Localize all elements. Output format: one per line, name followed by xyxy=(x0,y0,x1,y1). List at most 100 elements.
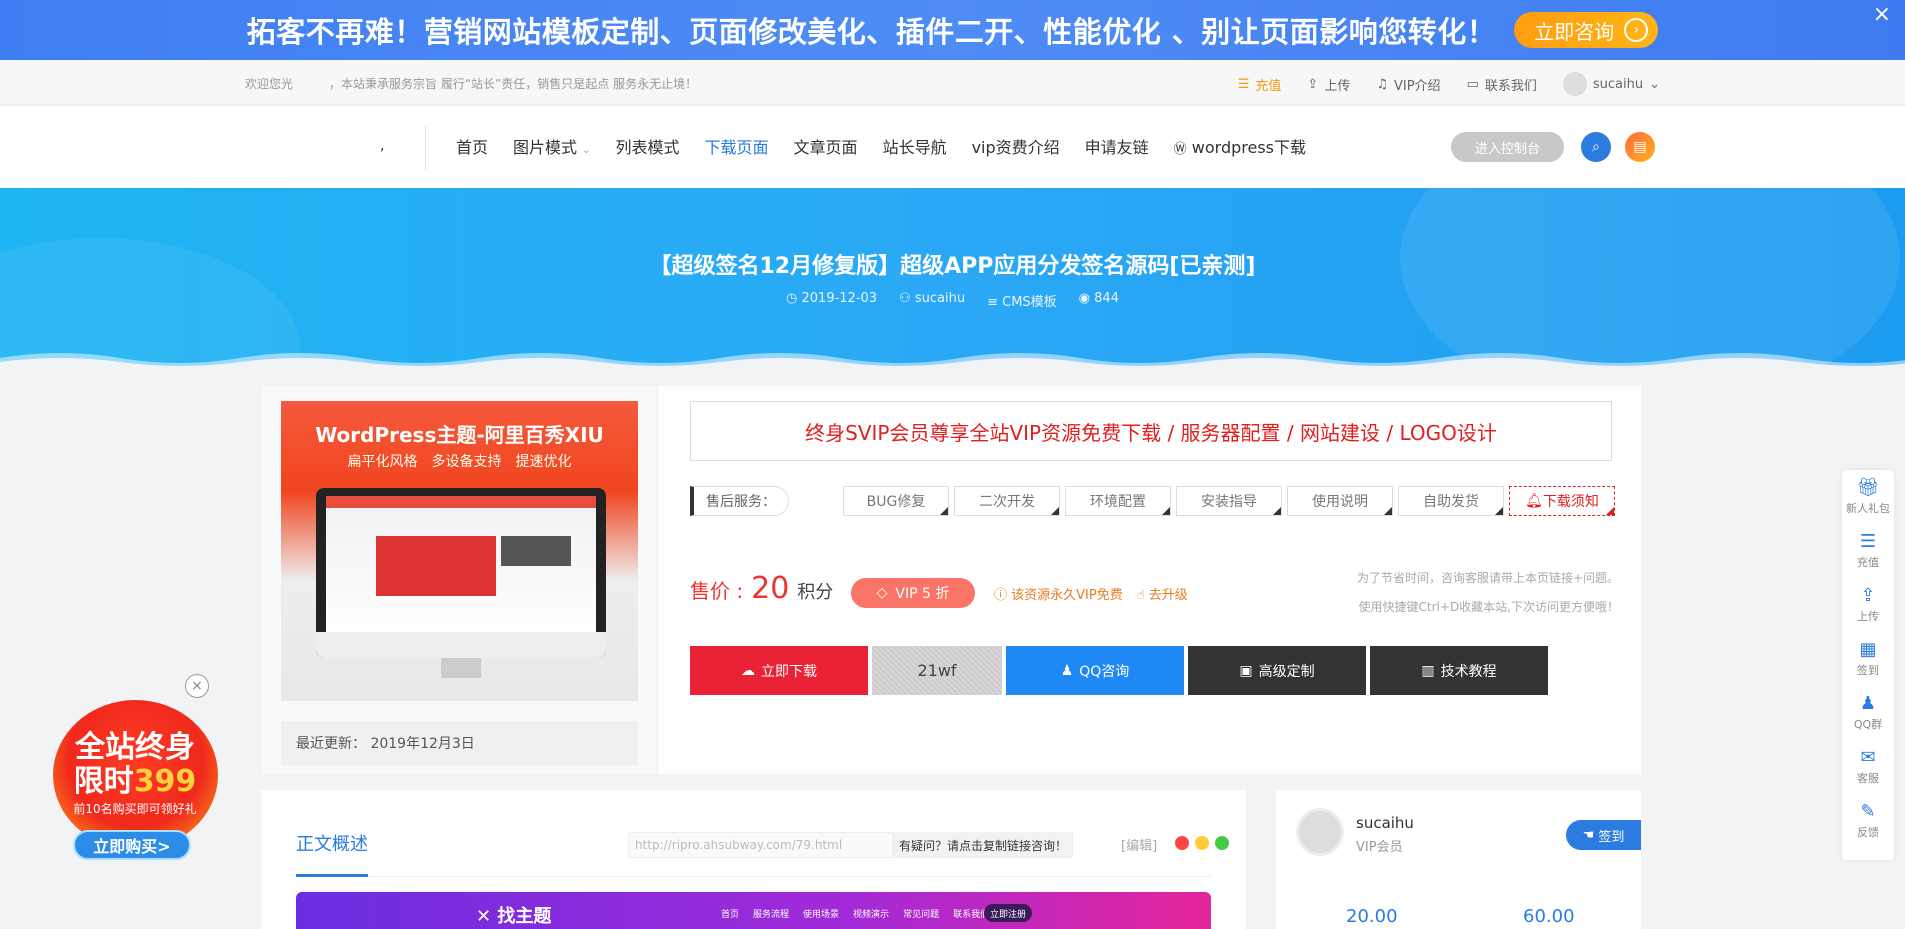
nav-item-wordpress-label: wordpress下载 xyxy=(1191,138,1307,157)
preview-menu: 首页 服务流程 使用场景 视频演示 常见问题 联系我们 xyxy=(721,907,989,920)
recharge-label: 充值 xyxy=(1255,78,1282,94)
float-label: 签到 xyxy=(1857,663,1879,677)
hero-header: 【超级签名12月修复版】超级APP应用分发签名源码[已亲测] ◷ 2019-12… xyxy=(0,188,1905,368)
consult-now-button[interactable]: 立即咨询 › xyxy=(1514,12,1659,48)
nav-item-home[interactable]: 首页 xyxy=(456,134,488,158)
close-icon[interactable]: × xyxy=(185,674,209,698)
preview-logo: ✕ 找主题 xyxy=(476,906,552,927)
last-updated: 最近更新： 2019年12月3日 xyxy=(281,721,638,765)
vip-intro-link[interactable]: ♫ VIP介绍 xyxy=(1376,75,1440,94)
badge-line2: 限时399 xyxy=(45,756,225,800)
nav-item-site-nav[interactable]: 站长导航 xyxy=(883,134,947,158)
nav-item-list-mode[interactable]: 列表模式 xyxy=(616,134,680,158)
author-name[interactable]: sucaihu xyxy=(1356,814,1414,832)
consult-label: 立即咨询 xyxy=(1534,19,1615,44)
upload-link[interactable]: ⇪ 上传 xyxy=(1307,75,1350,94)
thumbnail-subtitle: 扁平化风格 多设备支持 提速优化 xyxy=(347,454,572,470)
buy-now-button[interactable]: 立即购买> xyxy=(73,830,191,860)
download-notice-link[interactable]: 🔔︎ 下载须知 xyxy=(1509,486,1615,516)
preview-menu-item: 视频演示 xyxy=(853,910,890,920)
download-button[interactable]: ☁ 立即下载 xyxy=(690,646,868,695)
vip-free-info: ⓘ 该资源永久VIP免费 ☝ 去升级 xyxy=(994,584,1188,603)
logo[interactable]: , xyxy=(380,138,384,154)
after-sales-service: 售后服务： BUG修复 二次开发 环境配置 安装指导 使用说明 自助发货 🔔︎ 下… xyxy=(690,486,1615,516)
lifetime-promo-badge[interactable]: 全站终身 限时399 前10名购买即可领好礼 立即购买> xyxy=(45,700,225,860)
upgrade-label: 去升级 xyxy=(1148,588,1188,603)
yellow-dot xyxy=(1195,836,1209,850)
preview-button: 立即注册 xyxy=(984,904,1032,922)
post-views: ◉ 844 xyxy=(1079,291,1119,310)
recharge-link[interactable]: ☰ 充值 xyxy=(1238,75,1282,94)
upgrade-link[interactable]: ☝ 去升级 xyxy=(1137,584,1188,603)
product-thumbnail[interactable]: WordPress主题-阿里百秀XIU 扁平化风格 多设备支持 提速优化 xyxy=(281,401,638,701)
nav-item-image-mode[interactable]: 图片模式 ⌄ xyxy=(513,134,591,158)
copy-link-button[interactable]: 有疑问？请点击复制链接咨询！ xyxy=(893,832,1073,858)
briefcase-icon: ▣ xyxy=(1239,662,1253,679)
hero-wave xyxy=(0,353,1905,368)
nav-item-wordpress[interactable]: Ⓦ wordpress下载 xyxy=(1174,134,1306,158)
avatar[interactable] xyxy=(1296,808,1344,856)
vip-intro-label: VIP介绍 xyxy=(1393,78,1441,94)
post-author[interactable]: ⚇ sucaihu xyxy=(899,291,965,310)
float-newbie-gift[interactable]: 🎁︎ 新人礼包 xyxy=(1842,470,1894,524)
wallet-icon[interactable]: ▤ xyxy=(1625,132,1655,162)
preview-logo-text: 找主题 xyxy=(497,906,552,927)
bell-icon: 🔔︎ xyxy=(1525,493,1543,509)
user-menu[interactable]: sucaihu ⌄ xyxy=(1562,72,1660,96)
upload-label: 上传 xyxy=(1324,78,1351,94)
float-label: 反馈 xyxy=(1857,825,1879,839)
service-tag: 自助发货 xyxy=(1398,486,1504,516)
thumbnail-title: WordPress主题-阿里百秀XIU xyxy=(315,423,604,447)
float-support[interactable]: ✉ 客服 xyxy=(1842,740,1894,794)
coins-icon: ☰ xyxy=(1237,76,1250,92)
author-card: sucaihu VIP会员 ☚ 签到 20.00 60.00 xyxy=(1276,790,1641,929)
upload-icon: ⇪ xyxy=(1860,584,1876,606)
edit-link[interactable]: [编辑] xyxy=(1121,835,1157,854)
nav-item-image-mode-label: 图片模式 xyxy=(513,138,578,157)
price-value: 20 xyxy=(751,571,790,606)
chevron-down-icon: ⌄ xyxy=(582,145,591,156)
green-dot xyxy=(1215,836,1229,850)
float-label: 客服 xyxy=(1857,771,1879,785)
console-button[interactable]: 进入控制台 xyxy=(1451,132,1564,162)
tip-line: 为了节省时间，咨询客服请带上本页链接+问题。 xyxy=(1356,571,1619,585)
calendar-icon: ▦ xyxy=(1859,638,1877,660)
page-url-field[interactable]: http://ripro.ahsubway.com/79.html xyxy=(628,832,893,858)
pencil-icon: ✎ xyxy=(1860,800,1876,822)
tutorial-button[interactable]: ▥ 技术教程 xyxy=(1370,646,1548,695)
window-dots xyxy=(1175,836,1229,850)
vip-discount-badge: ◇ VIP 5 折 xyxy=(851,578,975,608)
vip-free-text: ⓘ 该资源永久VIP免费 xyxy=(994,584,1123,603)
eye-icon: ◉ xyxy=(1078,291,1091,306)
float-feedback[interactable]: ✎ 反馈 xyxy=(1842,794,1894,848)
signin-button[interactable]: ☚ 签到 xyxy=(1566,820,1641,850)
close-icon[interactable]: × xyxy=(1873,2,1891,27)
extraction-code[interactable]: 21wf xyxy=(872,646,1002,695)
vip-free-label: 该资源永久VIP免费 xyxy=(1011,588,1123,603)
nav-item-vip-pricing[interactable]: vip资费介绍 xyxy=(972,134,1060,158)
service-label: 售后服务： xyxy=(690,486,789,516)
search-icon[interactable]: ⌕ xyxy=(1581,132,1611,162)
content-preview-image: ✕ 找主题 首页 服务流程 使用场景 视频演示 常见问题 联系我们 立即注册 xyxy=(296,892,1211,929)
article-section: 正文概述 http://ripro.ahsubway.com/79.html 有… xyxy=(261,790,1246,929)
float-qq-group[interactable]: ♟ QQ群 xyxy=(1842,686,1894,740)
tab-overview[interactable]: 正文概述 xyxy=(296,830,368,856)
qq-consult-button[interactable]: ♟ QQ咨询 xyxy=(1006,646,1184,695)
preview-menu-item: 使用场景 xyxy=(803,910,840,920)
post-category[interactable]: ≡ CMS模板 xyxy=(987,291,1057,310)
nav-item-download-page[interactable]: 下载页面 xyxy=(705,134,769,158)
welcome-text: 欢迎您光 ，本站秉承服务宗旨 履行“站长”责任，销售只是起点 服务永无止境！ xyxy=(245,77,698,91)
contact-label: 联系我们 xyxy=(1484,78,1537,94)
price-unit: 积分 xyxy=(797,582,834,603)
float-label: QQ群 xyxy=(1853,717,1883,731)
float-upload[interactable]: ⇪ 上传 xyxy=(1842,578,1894,632)
float-signin[interactable]: ▦ 签到 xyxy=(1842,632,1894,686)
vip-discount-label: VIP 5 折 xyxy=(895,586,950,602)
nav-item-friend-links[interactable]: 申请友链 xyxy=(1085,134,1149,158)
contact-link[interactable]: ▭ 联系我们 xyxy=(1467,75,1537,94)
nav-item-article-page[interactable]: 文章页面 xyxy=(794,134,858,158)
float-recharge[interactable]: ☰ 充值 xyxy=(1842,524,1894,578)
diamond-icon: ◇ xyxy=(876,585,888,601)
top-bar-links: ☰ 充值 ⇪ 上传 ♫ VIP介绍 ▭ 联系我们 sucaihu ⌄ xyxy=(1238,72,1660,96)
custom-service-button[interactable]: ▣ 高级定制 xyxy=(1188,646,1366,695)
